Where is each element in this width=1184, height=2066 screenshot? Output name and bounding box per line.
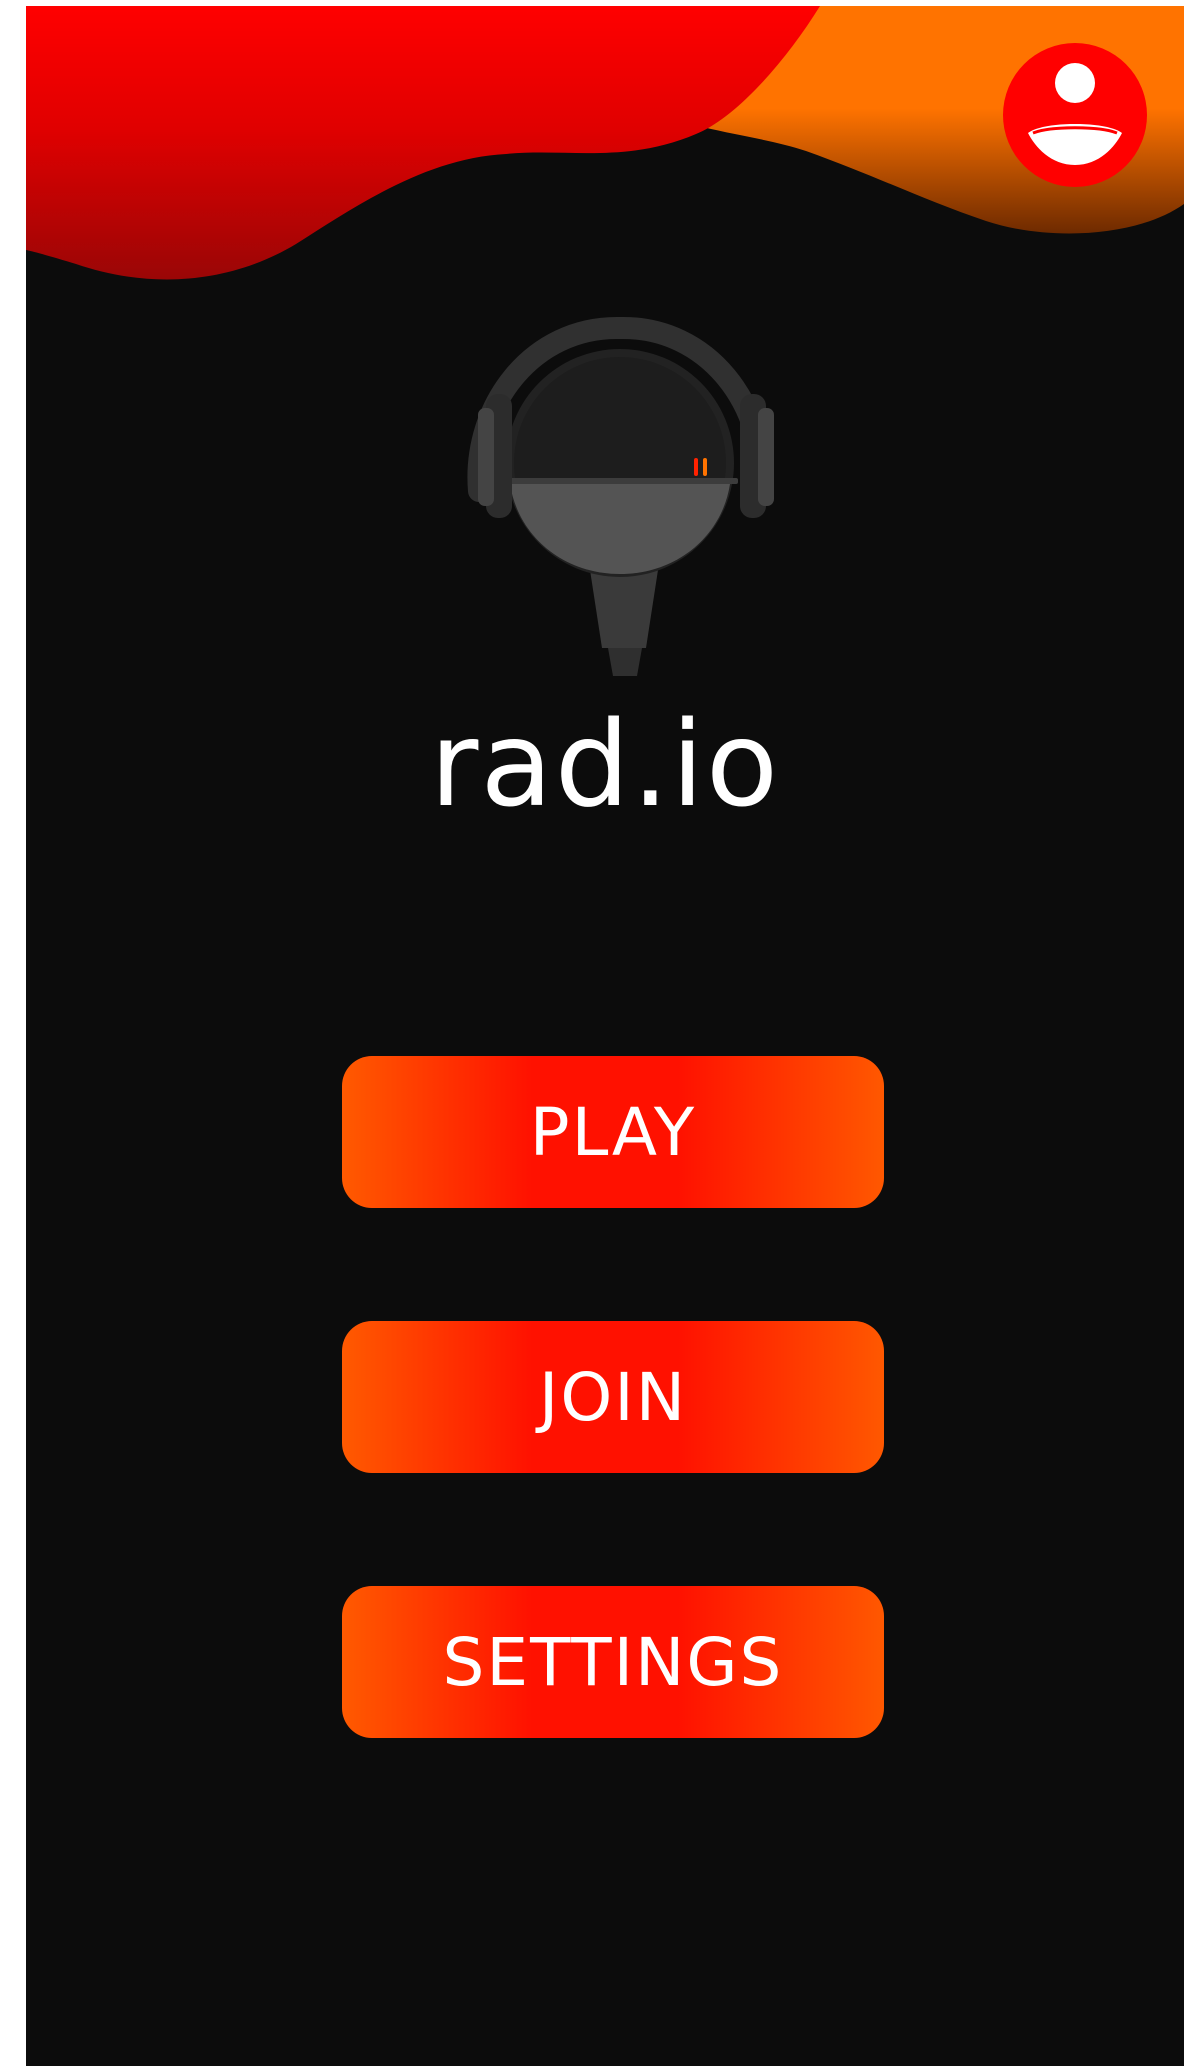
red-wave [26,6,820,280]
main-menu-screen: rad.io PLAY JOIN SETTINGS [26,6,1184,2066]
settings-button[interactable]: SETTINGS [342,1586,884,1738]
profile-button[interactable] [1003,43,1147,187]
play-button[interactable]: PLAY [342,1056,884,1208]
radio-logo-icon [467,316,774,676]
user-avatar-icon [1003,43,1147,187]
app-title: rad.io [429,695,781,833]
join-button[interactable]: JOIN [342,1321,884,1473]
